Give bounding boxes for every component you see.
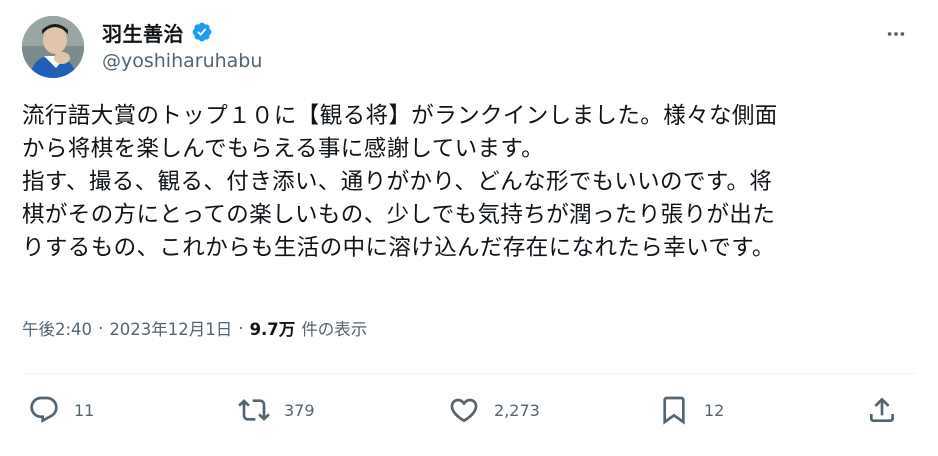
- bookmark-count: 12: [704, 400, 725, 420]
- bookmark-button[interactable]: 12: [658, 390, 724, 430]
- verified-badge-icon: [192, 22, 212, 42]
- reply-button[interactable]: 11: [28, 390, 94, 430]
- bookmark-icon: [663, 396, 685, 425]
- author-info: 羽生善治 @yoshiharuhabu: [102, 18, 262, 73]
- tweet-date[interactable]: 2023年12月1日: [109, 316, 232, 340]
- share-icon: [870, 397, 894, 422]
- tweet-meta: 午後2:40 · 2023年12月1日 · 9.7万 件の表示: [22, 316, 367, 340]
- tweet-card: 羽生善治 @yoshiharuhabu 流行語大賞のトップ１０に【観る将】がラン…: [0, 0, 938, 456]
- retweet-icon: [238, 399, 270, 421]
- like-button[interactable]: 2,273: [448, 390, 540, 430]
- share-button[interactable]: [866, 390, 898, 430]
- views-count[interactable]: 9.7万: [250, 316, 296, 340]
- action-bar: 11 379 2,273 12: [20, 390, 910, 430]
- views-label: 件の表示: [301, 320, 368, 339]
- retweet-button[interactable]: 379: [238, 390, 315, 430]
- tweet-time[interactable]: 午後2:40: [22, 316, 92, 340]
- heart-icon: [450, 398, 478, 423]
- like-count: 2,273: [494, 400, 540, 420]
- divider: [22, 373, 916, 374]
- avatar-image: [22, 16, 84, 78]
- more-horizontal-icon: [887, 32, 905, 36]
- author-handle[interactable]: @yoshiharuhabu: [102, 50, 262, 72]
- reply-count: 11: [74, 400, 95, 420]
- more-options-button[interactable]: [882, 20, 910, 48]
- meta-separator: ·: [98, 318, 104, 338]
- avatar[interactable]: [22, 16, 84, 78]
- reply-icon: [30, 396, 58, 423]
- author-display-name[interactable]: 羽生善治: [102, 18, 184, 47]
- tweet-text: 流行語大賞のトップ１０に【観る将】がランクインしました。様々な側面 から将棋を楽…: [22, 103, 778, 261]
- retweet-count: 379: [284, 400, 315, 420]
- meta-separator: ·: [238, 318, 244, 338]
